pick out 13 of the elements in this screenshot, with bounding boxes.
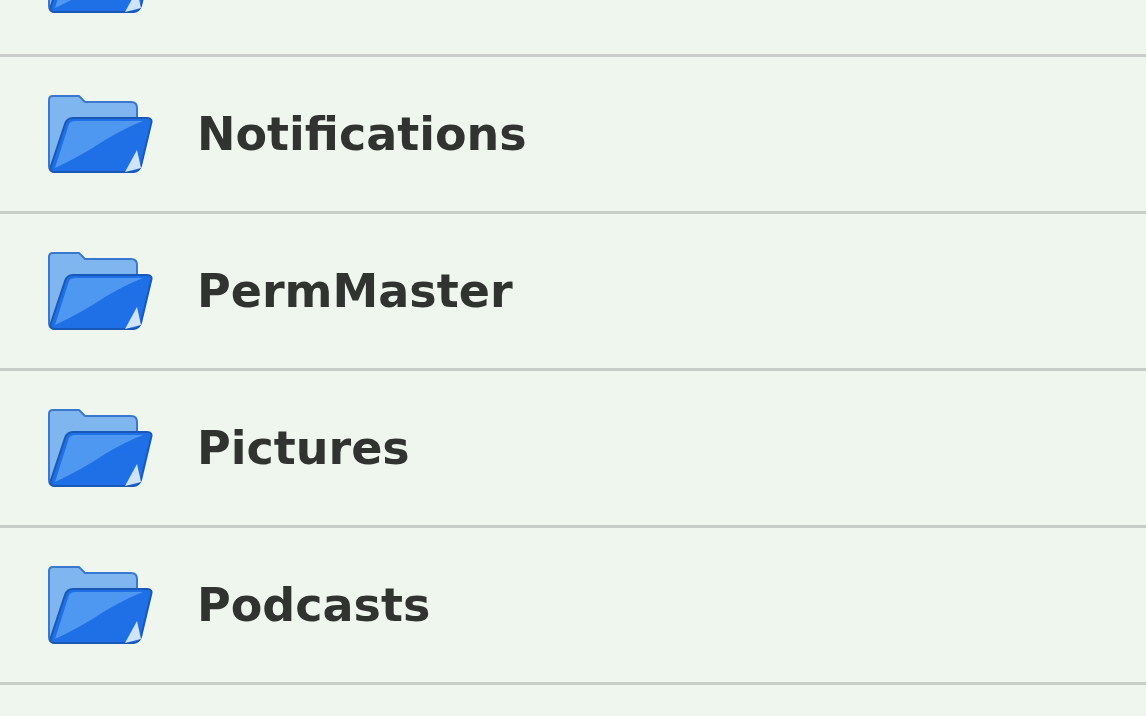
folder-icon [45,565,153,645]
folder-icon [45,408,153,488]
list-row[interactable]: Pictures [0,371,1146,528]
folder-icon [45,94,153,174]
list-row[interactable]: PermMaster [0,214,1146,371]
folder-name: Pictures [197,421,410,475]
list-row[interactable] [0,0,1146,57]
folder-name: Notifications [197,107,527,161]
folder-icon [45,251,153,331]
list-row[interactable]: Notifications [0,57,1146,214]
folder-name: PermMaster [197,264,513,318]
list-row[interactable]: Podcasts [0,528,1146,685]
folder-name: Podcasts [197,578,431,632]
